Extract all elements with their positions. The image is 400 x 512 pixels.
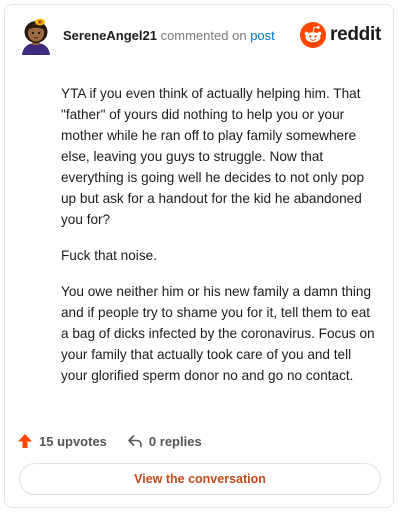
- comment-byline: SereneAngel21 commented on post: [63, 28, 275, 43]
- reply-arrow-icon: [128, 435, 142, 448]
- reddit-snoo-icon: [300, 22, 327, 48]
- comment-paragraph: You owe neither him or his new family a …: [61, 284, 375, 383]
- comment-actions: 15 upvotes 0 replies: [17, 429, 202, 453]
- post-link[interactable]: post: [250, 28, 275, 43]
- reply-button[interactable]: 0 replies: [127, 433, 202, 449]
- user-avatar-icon: [22, 18, 50, 55]
- reply-count: 0 replies: [148, 433, 202, 449]
- comment-header: SereneAngel21 commented on post reddit: [19, 17, 381, 57]
- comment-paragraph: YTA if you even think of actually helpin…: [61, 86, 365, 227]
- avatar[interactable]: [19, 17, 53, 55]
- comment-card: SereneAngel21 commented on post reddit Y…: [4, 4, 394, 508]
- upvote-button[interactable]: 15 upvotes: [17, 433, 107, 449]
- reddit-wordmark: reddit: [330, 24, 381, 45]
- view-conversation-button[interactable]: View the conversation: [19, 463, 381, 495]
- username[interactable]: SereneAngel21: [63, 28, 157, 43]
- upvote-count: 15 upvotes: [39, 433, 107, 449]
- upvote-arrow-icon: [18, 434, 32, 448]
- comment-body: YTA if you even think of actually helpin…: [61, 83, 381, 401]
- comment-paragraph: Fuck that noise.: [61, 248, 157, 263]
- reddit-logo[interactable]: reddit: [300, 22, 381, 48]
- commented-on-text: commented on: [160, 28, 247, 43]
